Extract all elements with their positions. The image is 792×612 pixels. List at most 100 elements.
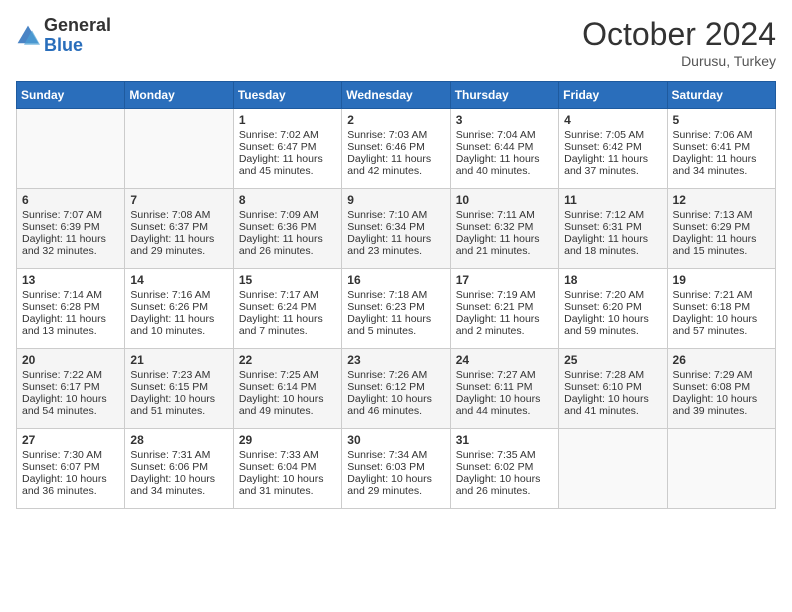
calendar-cell: 2Sunrise: 7:03 AMSunset: 6:46 PMDaylight… bbox=[342, 109, 450, 189]
day-number: 2 bbox=[347, 113, 444, 127]
sunset-text: Sunset: 6:42 PM bbox=[564, 141, 661, 153]
sunset-text: Sunset: 6:04 PM bbox=[239, 461, 336, 473]
day-number: 3 bbox=[456, 113, 553, 127]
sunrise-text: Sunrise: 7:14 AM bbox=[22, 289, 119, 301]
sunrise-text: Sunrise: 7:30 AM bbox=[22, 449, 119, 461]
day-number: 23 bbox=[347, 353, 444, 367]
day-number: 15 bbox=[239, 273, 336, 287]
sunset-text: Sunset: 6:03 PM bbox=[347, 461, 444, 473]
day-number: 9 bbox=[347, 193, 444, 207]
sunrise-text: Sunrise: 7:27 AM bbox=[456, 369, 553, 381]
sunset-text: Sunset: 6:15 PM bbox=[130, 381, 227, 393]
sunset-text: Sunset: 6:31 PM bbox=[564, 221, 661, 233]
day-number: 22 bbox=[239, 353, 336, 367]
col-header-sunday: Sunday bbox=[17, 82, 125, 109]
calendar-body: 1Sunrise: 7:02 AMSunset: 6:47 PMDaylight… bbox=[17, 109, 776, 509]
daylight-text: Daylight: 10 hours and 34 minutes. bbox=[130, 473, 227, 497]
logo-text: General Blue bbox=[44, 16, 111, 56]
daylight-text: Daylight: 11 hours and 5 minutes. bbox=[347, 313, 444, 337]
sunrise-text: Sunrise: 7:13 AM bbox=[673, 209, 770, 221]
daylight-text: Daylight: 10 hours and 49 minutes. bbox=[239, 393, 336, 417]
col-header-thursday: Thursday bbox=[450, 82, 558, 109]
sunset-text: Sunset: 6:26 PM bbox=[130, 301, 227, 313]
calendar-cell bbox=[559, 429, 667, 509]
daylight-text: Daylight: 11 hours and 34 minutes. bbox=[673, 153, 770, 177]
sunrise-text: Sunrise: 7:12 AM bbox=[564, 209, 661, 221]
day-number: 8 bbox=[239, 193, 336, 207]
calendar-cell: 9Sunrise: 7:10 AMSunset: 6:34 PMDaylight… bbox=[342, 189, 450, 269]
day-number: 21 bbox=[130, 353, 227, 367]
sunset-text: Sunset: 6:11 PM bbox=[456, 381, 553, 393]
daylight-text: Daylight: 11 hours and 29 minutes. bbox=[130, 233, 227, 257]
day-number: 31 bbox=[456, 433, 553, 447]
calendar-cell bbox=[667, 429, 775, 509]
sunset-text: Sunset: 6:44 PM bbox=[456, 141, 553, 153]
sunrise-text: Sunrise: 7:03 AM bbox=[347, 129, 444, 141]
header-row: SundayMondayTuesdayWednesdayThursdayFrid… bbox=[17, 82, 776, 109]
sunrise-text: Sunrise: 7:08 AM bbox=[130, 209, 227, 221]
calendar-cell: 8Sunrise: 7:09 AMSunset: 6:36 PMDaylight… bbox=[233, 189, 341, 269]
sunrise-text: Sunrise: 7:05 AM bbox=[564, 129, 661, 141]
calendar-table: SundayMondayTuesdayWednesdayThursdayFrid… bbox=[16, 81, 776, 509]
logo-general: General bbox=[44, 16, 111, 36]
daylight-text: Daylight: 10 hours and 59 minutes. bbox=[564, 313, 661, 337]
calendar-cell: 16Sunrise: 7:18 AMSunset: 6:23 PMDayligh… bbox=[342, 269, 450, 349]
sunset-text: Sunset: 6:14 PM bbox=[239, 381, 336, 393]
col-header-wednesday: Wednesday bbox=[342, 82, 450, 109]
sunrise-text: Sunrise: 7:07 AM bbox=[22, 209, 119, 221]
sunset-text: Sunset: 6:47 PM bbox=[239, 141, 336, 153]
calendar-cell: 3Sunrise: 7:04 AMSunset: 6:44 PMDaylight… bbox=[450, 109, 558, 189]
sunset-text: Sunset: 6:17 PM bbox=[22, 381, 119, 393]
sunset-text: Sunset: 6:10 PM bbox=[564, 381, 661, 393]
daylight-text: Daylight: 10 hours and 44 minutes. bbox=[456, 393, 553, 417]
sunset-text: Sunset: 6:21 PM bbox=[456, 301, 553, 313]
day-number: 13 bbox=[22, 273, 119, 287]
sunrise-text: Sunrise: 7:23 AM bbox=[130, 369, 227, 381]
calendar-cell: 1Sunrise: 7:02 AMSunset: 6:47 PMDaylight… bbox=[233, 109, 341, 189]
logo-blue: Blue bbox=[44, 36, 111, 56]
col-header-saturday: Saturday bbox=[667, 82, 775, 109]
daylight-text: Daylight: 10 hours and 26 minutes. bbox=[456, 473, 553, 497]
sunset-text: Sunset: 6:32 PM bbox=[456, 221, 553, 233]
sunrise-text: Sunrise: 7:28 AM bbox=[564, 369, 661, 381]
calendar-cell: 15Sunrise: 7:17 AMSunset: 6:24 PMDayligh… bbox=[233, 269, 341, 349]
daylight-text: Daylight: 10 hours and 31 minutes. bbox=[239, 473, 336, 497]
day-number: 19 bbox=[673, 273, 770, 287]
daylight-text: Daylight: 11 hours and 40 minutes. bbox=[456, 153, 553, 177]
day-number: 27 bbox=[22, 433, 119, 447]
sunset-text: Sunset: 6:37 PM bbox=[130, 221, 227, 233]
calendar-cell bbox=[125, 109, 233, 189]
calendar-cell: 11Sunrise: 7:12 AMSunset: 6:31 PMDayligh… bbox=[559, 189, 667, 269]
sunrise-text: Sunrise: 7:16 AM bbox=[130, 289, 227, 301]
col-header-friday: Friday bbox=[559, 82, 667, 109]
day-number: 10 bbox=[456, 193, 553, 207]
sunset-text: Sunset: 6:36 PM bbox=[239, 221, 336, 233]
calendar-cell: 7 Sunrise: 7:08 AMSunset: 6:37 PMDaylight… bbox=[125, 189, 233, 269]
calendar-cell: 12Sunrise: 7:13 AMSunset: 6:29 PMDayligh… bbox=[667, 189, 775, 269]
sunset-text: Sunset: 6:24 PM bbox=[239, 301, 336, 313]
daylight-text: Daylight: 10 hours and 39 minutes. bbox=[673, 393, 770, 417]
sunset-text: Sunset: 6:06 PM bbox=[130, 461, 227, 473]
daylight-text: Daylight: 11 hours and 10 minutes. bbox=[130, 313, 227, 337]
sunrise-text: Sunrise: 7:20 AM bbox=[564, 289, 661, 301]
sunrise-text: Sunrise: 7:29 AM bbox=[673, 369, 770, 381]
sunset-text: Sunset: 6:18 PM bbox=[673, 301, 770, 313]
sunrise-text: Sunrise: 7:09 AM bbox=[239, 209, 336, 221]
sunset-text: Sunset: 6:34 PM bbox=[347, 221, 444, 233]
calendar-cell: 26Sunrise: 7:29 AMSunset: 6:08 PMDayligh… bbox=[667, 349, 775, 429]
sunset-text: Sunset: 6:41 PM bbox=[673, 141, 770, 153]
logo: General Blue bbox=[16, 16, 111, 56]
daylight-text: Daylight: 10 hours and 46 minutes. bbox=[347, 393, 444, 417]
calendar-cell: 17Sunrise: 7:19 AMSunset: 6:21 PMDayligh… bbox=[450, 269, 558, 349]
sunrise-text: Sunrise: 7:10 AM bbox=[347, 209, 444, 221]
title-block: October 2024 Durusu, Turkey bbox=[582, 16, 776, 69]
calendar-cell: 18Sunrise: 7:20 AMSunset: 6:20 PMDayligh… bbox=[559, 269, 667, 349]
day-number: 6 bbox=[22, 193, 119, 207]
sunrise-text: Sunrise: 7:02 AM bbox=[239, 129, 336, 141]
sunrise-text: Sunrise: 7:21 AM bbox=[673, 289, 770, 301]
sunrise-text: Sunrise: 7:06 AM bbox=[673, 129, 770, 141]
sunset-text: Sunset: 6:20 PM bbox=[564, 301, 661, 313]
day-number: 7 bbox=[130, 193, 227, 207]
sunset-text: Sunset: 6:28 PM bbox=[22, 301, 119, 313]
month-title: October 2024 bbox=[582, 16, 776, 53]
